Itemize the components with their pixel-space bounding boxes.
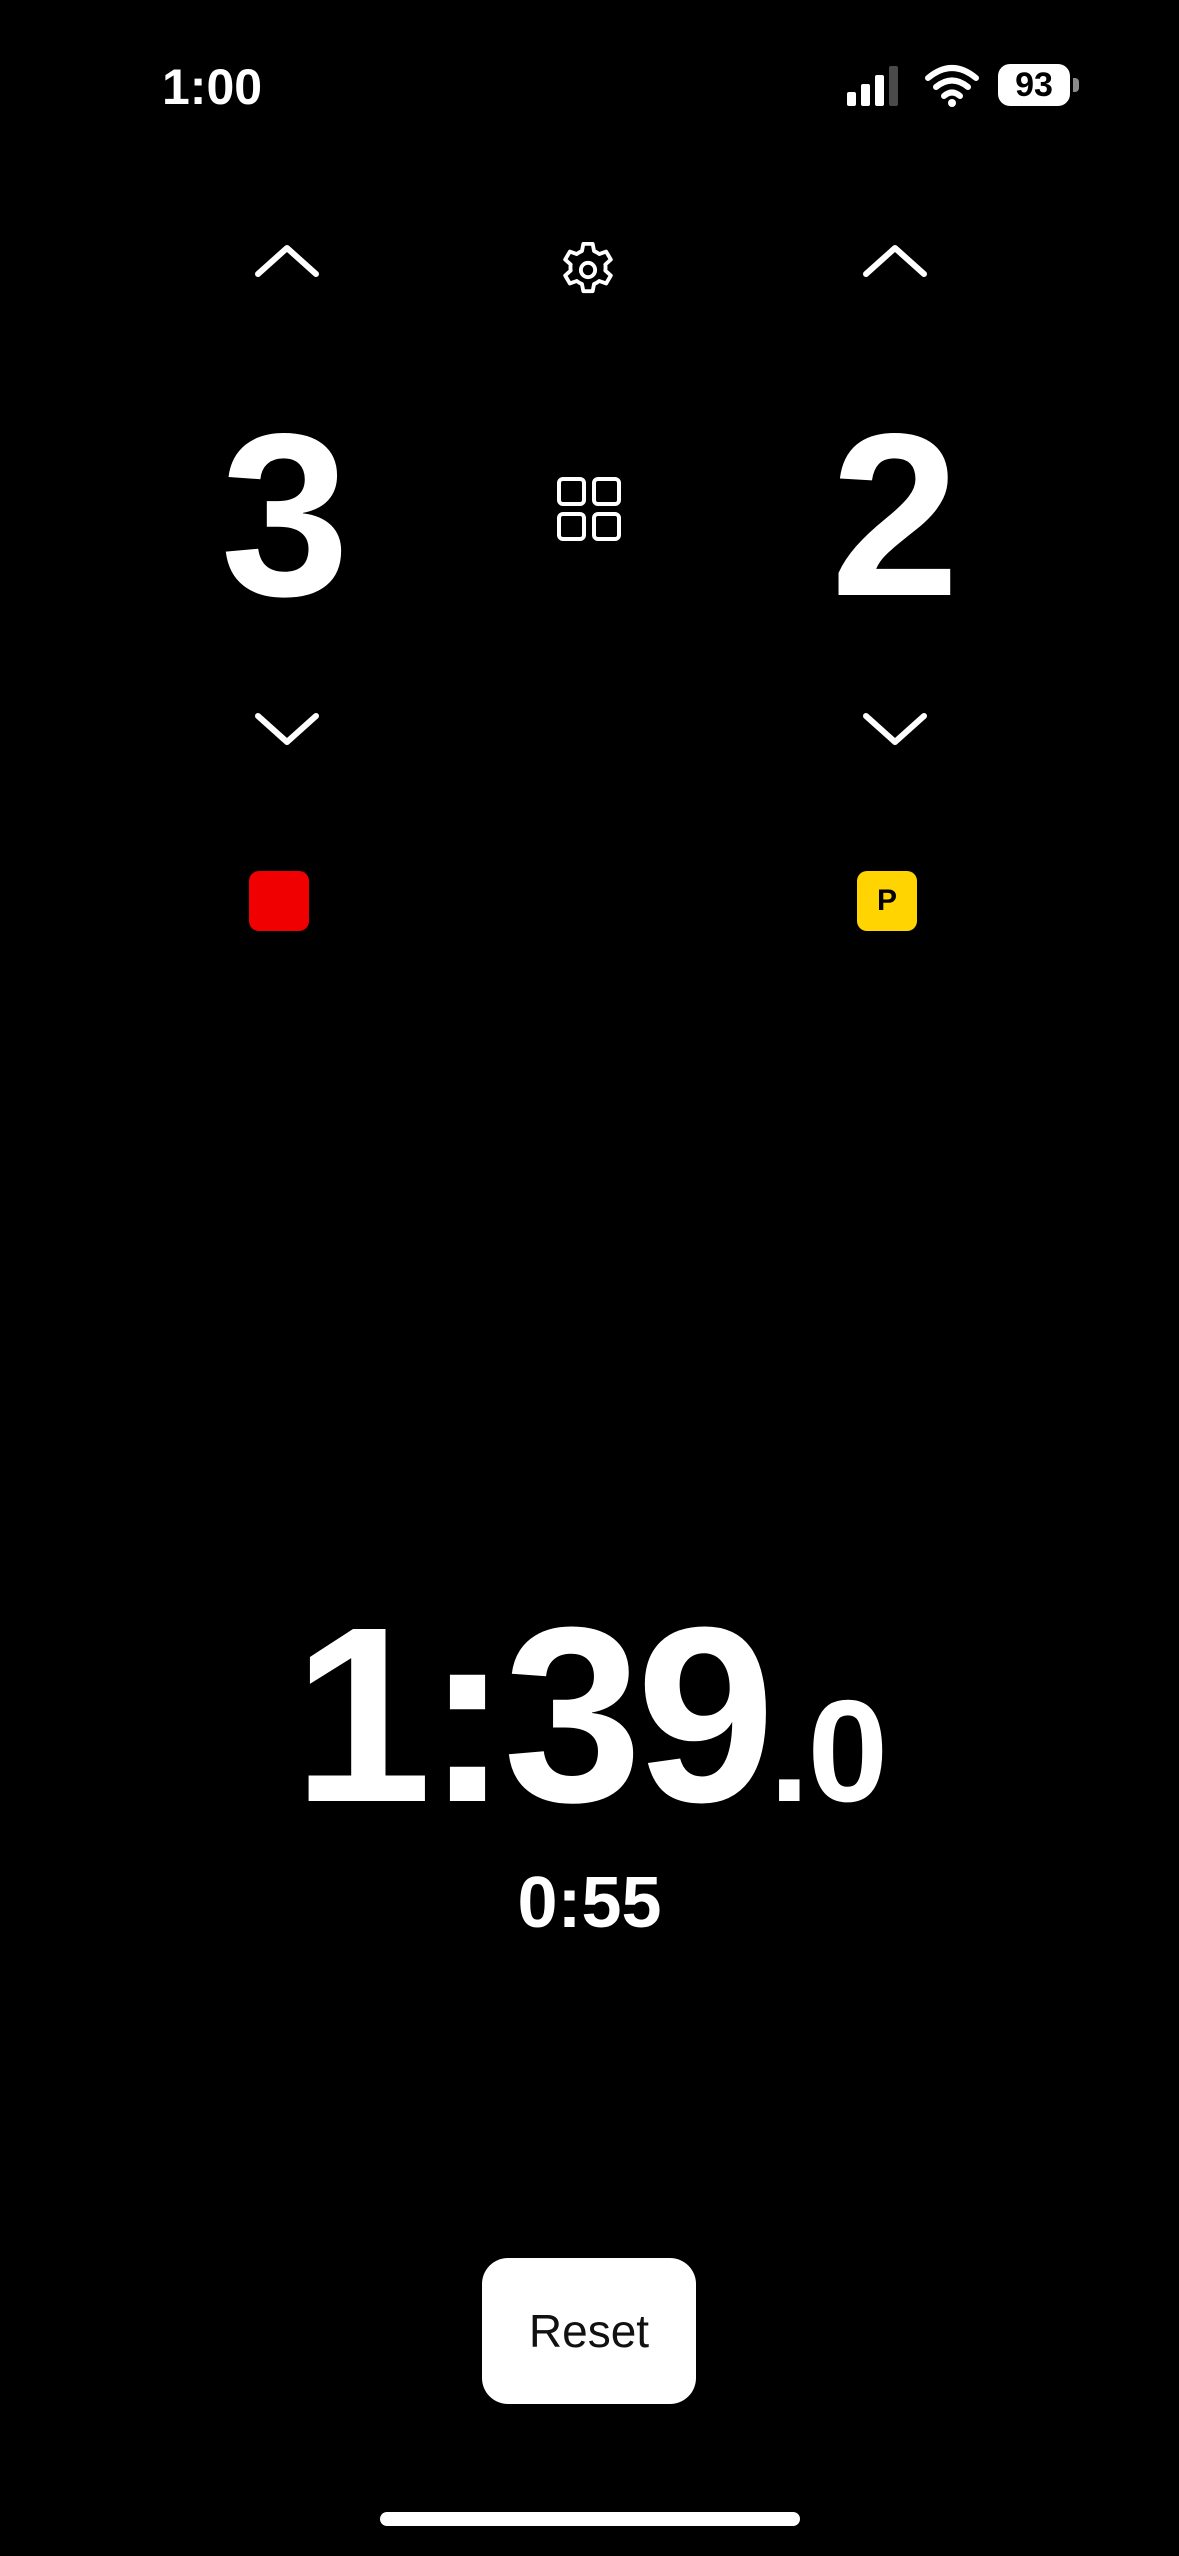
left-red-card[interactable] xyxy=(249,871,309,931)
left-score: 3 xyxy=(220,386,350,645)
gear-icon[interactable] xyxy=(555,237,621,303)
left-score-down-chevron-icon[interactable] xyxy=(252,710,322,750)
signal-icon xyxy=(847,66,898,106)
right-score-down-chevron-icon[interactable] xyxy=(860,710,930,750)
right-yellow-card[interactable]: P xyxy=(857,871,917,931)
wifi-icon xyxy=(925,65,979,107)
right-score-up-chevron-icon[interactable] xyxy=(860,240,930,280)
home-indicator[interactable] xyxy=(380,2512,800,2526)
battery-level: 93 xyxy=(998,64,1070,106)
grid-icon[interactable] xyxy=(556,476,622,542)
left-score-up-chevron-icon[interactable] xyxy=(252,240,322,280)
battery-icon: 93 xyxy=(998,64,1080,108)
status-time: 1:00 xyxy=(162,59,263,115)
right-score: 2 xyxy=(830,386,960,645)
right-card-label: P xyxy=(876,884,897,917)
reset-button[interactable]: Reset xyxy=(482,2258,696,2404)
main-timer-decimal: .0 xyxy=(769,1670,888,1832)
main-timer-value: 1:39 xyxy=(292,1575,775,1854)
main-timer: 1:39.0 xyxy=(0,1590,1179,1840)
sub-timer: 0:55 xyxy=(517,1863,662,1943)
